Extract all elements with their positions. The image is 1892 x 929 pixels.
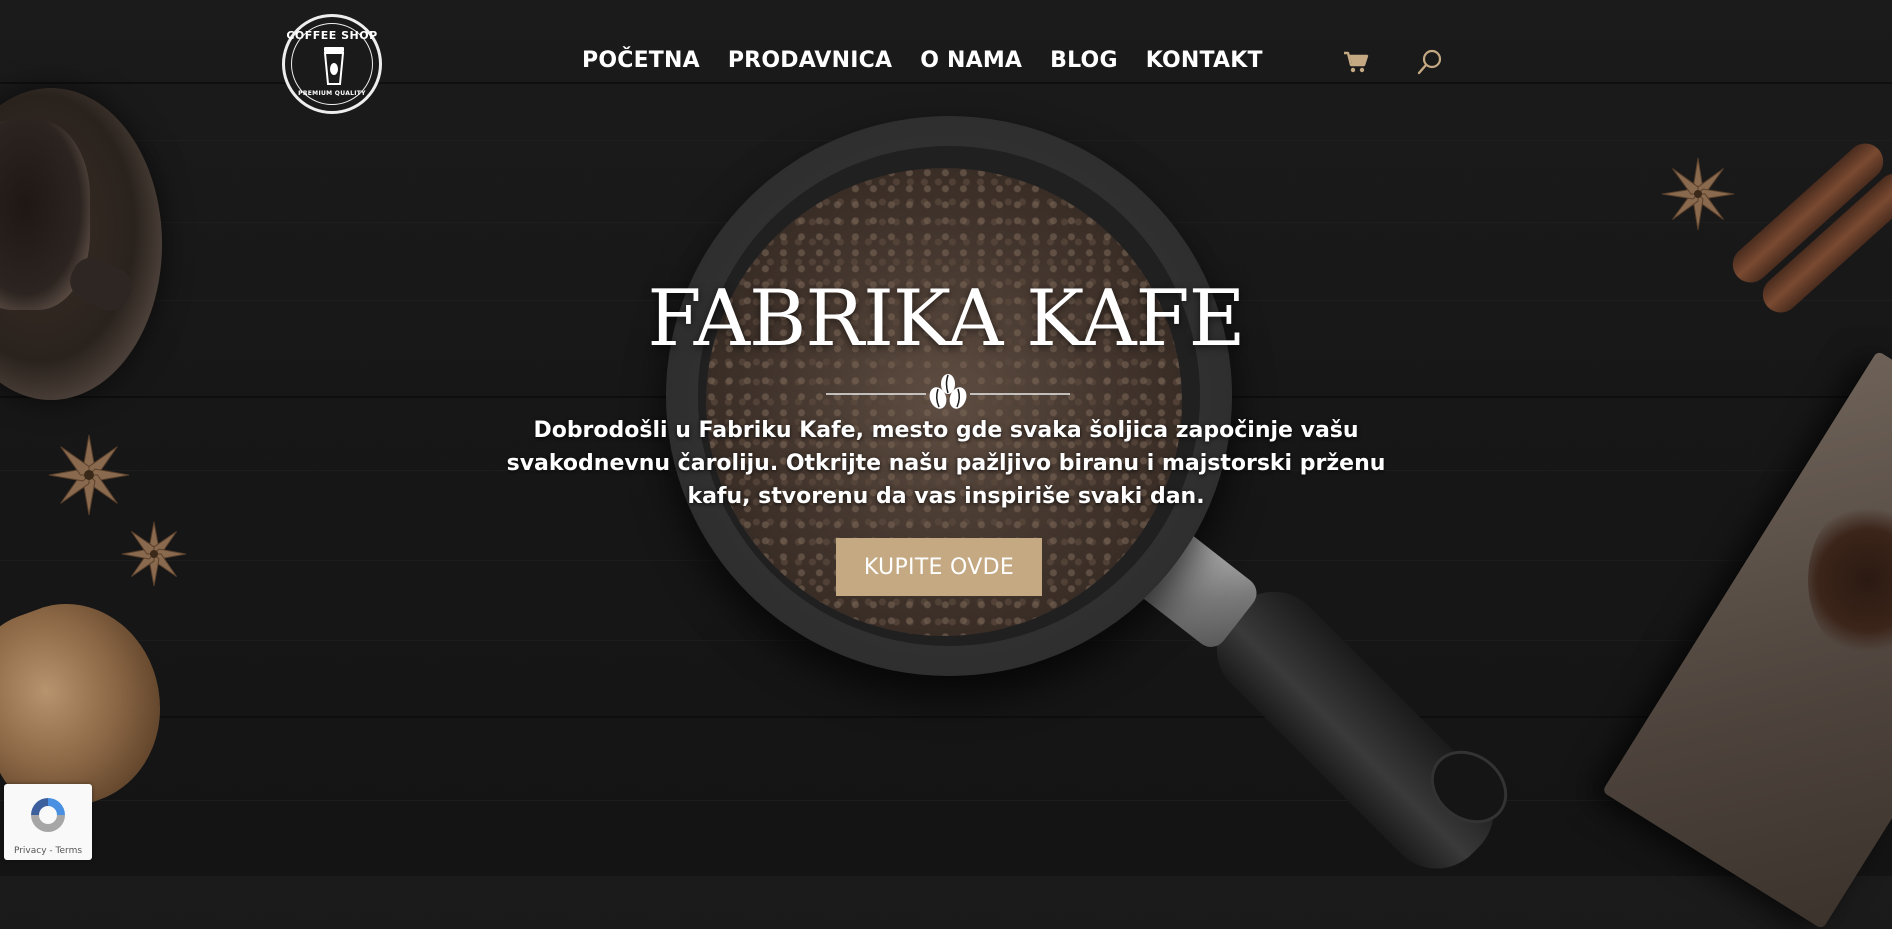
logo-top-text: COFFEE SHOP (286, 29, 378, 42)
nav-item-o-nama[interactable]: O NAMA (920, 48, 1022, 73)
recaptcha-separator: - (46, 846, 56, 856)
coffee-bean-divider-icon (826, 374, 1070, 409)
nav-item-blog[interactable]: BLOG (1050, 48, 1118, 73)
coffee-cup-icon (323, 47, 345, 85)
buy-here-button[interactable]: KUPITE OVDE (836, 538, 1042, 596)
main-navigation: POČETNA PRODAVNICA O NAMA BLOG KONTAKT (582, 48, 1263, 73)
logo-bottom-text: PREMIUM QUALITY (298, 90, 366, 97)
hero-description: Dobrodošli u Fabriku Kafe, mesto gde sva… (506, 418, 1386, 509)
recaptcha-privacy-link[interactable]: Privacy (14, 846, 47, 856)
star-anise-icon (48, 434, 130, 516)
hero-title: FABRIKA KAFE (647, 274, 1245, 364)
coffee-shop-logo[interactable]: COFFEE SHOP PREMIUM QUALITY (282, 14, 382, 114)
nav-item-pocetna[interactable]: POČETNA (582, 48, 700, 73)
nav-item-prodavnica[interactable]: PRODAVNICA (728, 48, 892, 73)
search-icon[interactable] (1416, 48, 1444, 76)
pan-handle-image (1196, 571, 1515, 890)
recaptcha-links: Privacy - Terms (4, 846, 92, 856)
cart-icon[interactable] (1343, 51, 1369, 73)
recaptcha-terms-link[interactable]: Terms (56, 846, 83, 856)
recaptcha-icon (31, 798, 65, 832)
star-anise-icon (1661, 157, 1735, 231)
nav-item-kontakt[interactable]: KONTAKT (1146, 48, 1263, 73)
star-anise-icon (121, 521, 187, 587)
recaptcha-badge[interactable]: Privacy - Terms (4, 784, 92, 860)
